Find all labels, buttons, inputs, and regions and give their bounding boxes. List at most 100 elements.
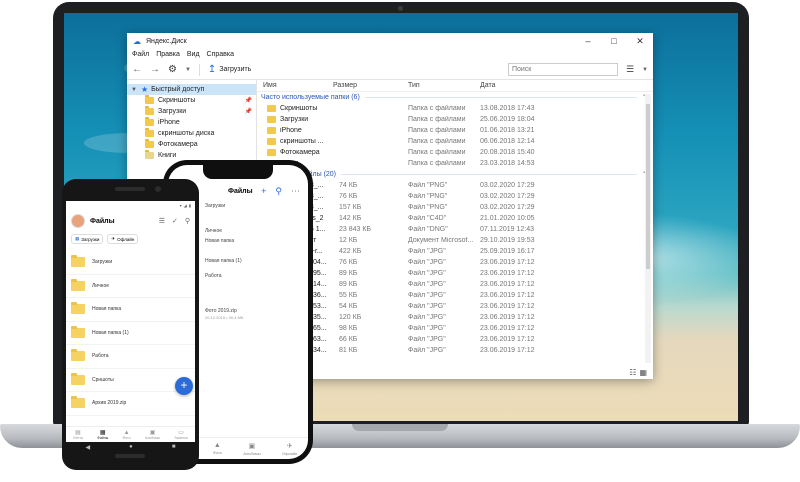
search-icon[interactable]: ⚲ — [275, 186, 282, 197]
back-icon[interactable]: ◀ — [86, 444, 91, 451]
tab-albums[interactable]: ▣ Альбомы — [145, 429, 160, 440]
avatar[interactable] — [71, 214, 85, 228]
tiles-view-icon[interactable]: ▦ — [639, 368, 647, 377]
table-row[interactable]: 16520843236...55 КБФайл "JPG"23.06.2019 … — [257, 290, 653, 301]
details-view-icon[interactable]: ☷ — [629, 368, 636, 377]
search-icon[interactable]: ⚲ — [185, 217, 190, 225]
cell-type: Файл "JPG" — [408, 281, 446, 288]
table-row[interactable]: 2020-02-03_...74 КБФайл "PNG"03.02.2020 … — [257, 180, 653, 191]
iphone-row[interactable]: Загрузки — [205, 203, 225, 209]
iphone-row[interactable]: Личное — [205, 228, 222, 234]
tab-notes[interactable]: ▭ Заметки — [174, 429, 187, 440]
menu-edit[interactable]: Правка — [156, 51, 180, 58]
title-bar[interactable]: ☁ Яндекс.Диск – □ ✕ — [127, 33, 653, 49]
home-icon[interactable]: ● — [129, 444, 133, 450]
table-row[interactable]: 16422569463...66 КБФайл "JPG"23.06.2019 … — [257, 334, 653, 345]
iphone-row[interactable]: Новая папка — [205, 238, 234, 244]
tab-feed[interactable]: ▤ Лента — [73, 429, 83, 440]
add-fab-button[interactable]: + — [175, 377, 193, 395]
menu-bar: Файл Правка Вид Справка — [127, 49, 653, 60]
iphone-row[interactable]: Фото 2019.zip — [205, 308, 237, 314]
nav-item-disk-screenshots[interactable]: скриншоты диска — [127, 128, 256, 139]
table-row[interactable]: iPhone Папка с файлами 01.06.2018 13:21 — [257, 125, 653, 136]
menu-help[interactable]: Справка — [207, 51, 234, 58]
table-row[interactable]: 16422694434...81 КБФайл "JPG"23.06.2019 … — [257, 345, 653, 356]
column-date[interactable]: Дата — [474, 82, 564, 89]
table-row[interactable]: 2019-10-25 1...23 843 КБФайл "DNG"07.11.… — [257, 224, 653, 235]
tab-photos[interactable]: ▲ Фото — [213, 442, 222, 455]
table-row[interactable]: 93707484214...89 КБФайл "JPG"23.06.2019 … — [257, 279, 653, 290]
close-button[interactable]: ✕ — [627, 36, 653, 47]
iphone-row[interactable]: Новая папка (1) — [205, 258, 242, 264]
back-arrow-icon[interactable]: ← — [132, 64, 142, 75]
expand-chevron-icon[interactable]: ▼ — [131, 87, 137, 93]
tab-files[interactable]: ▦Файлы — [97, 429, 108, 440]
list-item[interactable]: Работа — [66, 345, 195, 369]
group-divider — [364, 97, 637, 98]
table-row[interactable]: 16427567065...98 КБФайл "JPG"23.06.2019 … — [257, 323, 653, 334]
nav-item-camera[interactable]: Фотокамера — [127, 139, 256, 150]
menu-view[interactable]: Вид — [187, 51, 200, 58]
table-row[interactable]: КнигиПапка с файлами23.03.2018 14:53 — [257, 158, 653, 169]
view-chevron-down-icon[interactable]: ▼ — [642, 67, 648, 73]
list-item[interactable]: Новая папка (1) — [66, 322, 195, 345]
nav-item-iphone[interactable]: iPhone — [127, 117, 256, 128]
table-row[interactable]: 11Документ12 КБДокумент Microsof...29.10… — [257, 235, 653, 246]
chevron-down-icon[interactable]: ▼ — [185, 67, 191, 73]
group-frequent-folders[interactable]: Часто используемые папки (6) ⌃ — [257, 92, 653, 103]
android-screen: ▾ ◢ ▮ Файлы ☰ ✓ ⚲ ▦ Загрузки ✈ Офлайн Загр… — [66, 201, 195, 442]
chip-label: Офлайн — [117, 236, 135, 242]
nav-item-downloads[interactable]: Загрузки 📌 — [127, 106, 256, 117]
table-row[interactable]: Фотокамера Папка с файлами 20.08.2018 15:4… — [257, 147, 653, 158]
table-row[interactable]: 2020-02-03_...76 КБФайл "PNG"03.02.2020 … — [257, 191, 653, 202]
list-item[interactable]: Новая папка — [66, 298, 195, 322]
list-item-label: Новая папка — [92, 306, 122, 313]
tab-albums[interactable]: ▣ Альбомы — [243, 442, 260, 456]
upload-label: Загрузить — [219, 66, 252, 73]
nav-item-screenshots[interactable]: Скриншоты 📌 — [127, 95, 256, 106]
vertical-scrollbar[interactable] — [645, 94, 651, 363]
tab-photos[interactable]: ▲ Фото — [123, 430, 131, 440]
search-box[interactable] — [507, 63, 618, 76]
list-item[interactable]: Архив 2019.zip — [66, 392, 195, 416]
upload-button[interactable]: ↥ Загрузить — [208, 64, 251, 75]
table-row[interactable]: 2020-02-03_...157 КБФайл "PNG"03.02.2020… — [257, 202, 653, 213]
column-name[interactable]: Имя — [257, 82, 327, 89]
chip-offline[interactable]: ✈ Офлайн — [107, 234, 139, 244]
table-row[interactable]: 94141882104...76 КБФайл "JPG"23.06.2019 … — [257, 257, 653, 268]
group-recent-files[interactable]: Последние файлы (20) ⌃ — [257, 169, 653, 180]
view-list-icon[interactable]: ☰ — [626, 64, 634, 75]
nav-item-label: Загрузки — [158, 108, 187, 115]
table-row[interactable]: скриншоты ... Папка с файлами 06.06.2018 1… — [257, 136, 653, 147]
table-row[interactable]: Скриншоты Папка с файлами 13.08.2018 17:43 — [257, 103, 653, 114]
list-item[interactable]: Загрузки — [66, 251, 195, 275]
tab-offline[interactable]: ✈ Офлайн — [282, 442, 297, 456]
chip-downloads[interactable]: ▦ Загрузки — [71, 234, 104, 244]
forward-arrow-icon[interactable]: → — [150, 64, 160, 75]
table-row[interactable]: cat-favorite-r...422 КБФайл "JPG"25.09.2… — [257, 246, 653, 257]
list-item[interactable]: Личное — [66, 275, 195, 298]
gear-icon[interactable]: ⚙ — [168, 64, 177, 75]
table-row[interactable]: shader_less_2142 КБФайл "C4D"21.01.2020 … — [257, 213, 653, 224]
check-icon[interactable]: ✓ — [172, 217, 178, 225]
column-size[interactable]: Размер — [327, 82, 402, 89]
table-row[interactable]: Загрузки Папка с файлами 25.06.2019 18:04 — [257, 114, 653, 125]
recents-icon[interactable]: ■ — [172, 444, 176, 450]
menu-file[interactable]: Файл — [132, 51, 149, 58]
more-icon[interactable]: ⋯ — [291, 186, 300, 197]
maximize-button[interactable]: □ — [601, 36, 627, 46]
iphone-row[interactable]: Работа — [205, 273, 222, 279]
cell-type: Файл "JPG" — [408, 292, 446, 299]
table-row[interactable]: 16430916135...120 КБФайл "JPG"23.06.2019… — [257, 312, 653, 323]
minimize-button[interactable]: – — [575, 36, 601, 46]
search-input[interactable] — [511, 66, 607, 73]
table-row[interactable]: 16484759153...54 КБФайл "JPG"23.06.2019 … — [257, 301, 653, 312]
column-type[interactable]: Тип — [402, 82, 474, 89]
cell-type: Файл "DNG" — [408, 226, 448, 233]
scrollbar-thumb[interactable] — [646, 104, 650, 269]
nav-quick-access[interactable]: ▼ ★ Быстрый доступ — [127, 84, 256, 95]
menu-icon[interactable]: ☰ — [159, 217, 165, 225]
add-icon[interactable]: + — [261, 186, 266, 197]
cell-type: Папка с файлами — [408, 149, 466, 156]
table-row[interactable]: 94126250695...89 КБФайл "JPG"23.06.2019 … — [257, 268, 653, 279]
